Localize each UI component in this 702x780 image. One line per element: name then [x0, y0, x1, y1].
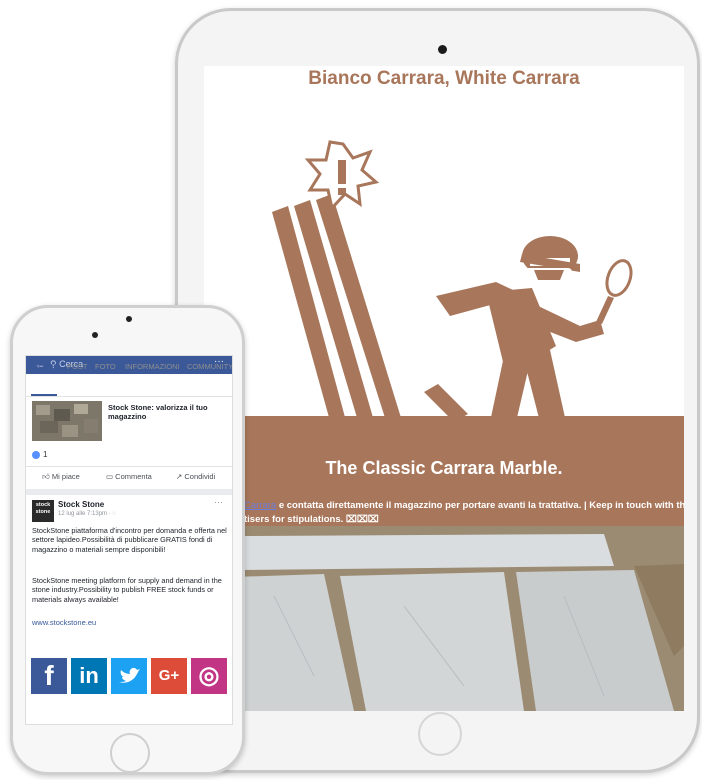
- tab-post[interactable]: POST: [67, 362, 87, 371]
- linkedin-icon[interactable]: in: [71, 658, 107, 694]
- tab-foto[interactable]: FOTO: [95, 362, 116, 371]
- shared-post-thumbnail[interactable]: [32, 401, 102, 441]
- facebook-icon[interactable]: f: [31, 658, 67, 694]
- post-options-icon[interactable]: ···: [214, 497, 223, 507]
- post-time-text: 12 lug alle 7:13pm ·: [58, 511, 113, 517]
- feed-divider: [26, 489, 232, 495]
- like-reaction-icon: [32, 451, 40, 459]
- tab-informazioni[interactable]: INFORMAZIONI: [125, 362, 180, 371]
- page-tabs: [26, 374, 232, 397]
- exclamation-burst-icon: [304, 140, 380, 212]
- post-author[interactable]: Stock Stone: [58, 500, 104, 509]
- banner-text-line1: Carrara e contatta direttamente il magaz…: [244, 500, 684, 511]
- banner-text: e contatta direttamente il magazzino per…: [276, 500, 684, 511]
- thumbs-up-icon: 👍︎: [42, 472, 52, 481]
- phone-camera: [92, 332, 98, 338]
- tablet-home-button[interactable]: [418, 712, 462, 756]
- tablet-screen: Bianco Carrara, White Carrara The Classi…: [204, 66, 684, 711]
- carrara-link[interactable]: Carrara: [244, 500, 276, 511]
- google-plus-icon[interactable]: G+: [151, 658, 187, 694]
- stripes-graphic: [272, 194, 402, 421]
- reaction-count[interactable]: 1: [43, 450, 47, 459]
- like-button[interactable]: 👍︎ Mi piace: [42, 472, 80, 482]
- marble-slabs-photo: [204, 526, 684, 711]
- active-tab-indicator: [31, 394, 57, 396]
- comment-icon: ▭: [106, 472, 116, 481]
- comment-button[interactable]: ▭ Commenta: [106, 472, 152, 481]
- phone-speaker: [126, 316, 132, 322]
- share-button[interactable]: ↗ Condividi: [176, 472, 215, 481]
- phone-home-button[interactable]: [110, 733, 150, 773]
- detective-figure-icon: [424, 236, 604, 422]
- shared-post-title[interactable]: Stock Stone: valorizza il tuo magazzino: [108, 403, 228, 421]
- post-timestamp[interactable]: 12 lug alle 7:13pm · ◌: [58, 511, 116, 517]
- phone-screen: ← ⚲ Cerca ··· HOME POST FOTO INFORMAZION…: [25, 355, 233, 725]
- tab-home[interactable]: HOME: [33, 362, 56, 371]
- share-label: Condividi: [184, 472, 216, 481]
- twitter-bird-shape: [119, 667, 140, 683]
- comment-label: Commenta: [115, 472, 152, 481]
- globe-icon: ◌: [112, 511, 116, 517]
- instagram-icon[interactable]: ◎: [191, 658, 227, 694]
- banner-text-line2: tisers for stipulations. ⌧⌧⌧: [244, 514, 379, 525]
- like-label: Mi piace: [51, 472, 80, 481]
- website-link[interactable]: www.stockstone.eu: [32, 618, 96, 627]
- detective-illustration: [272, 140, 633, 422]
- banner-title: The Classic Carrara Marble.: [325, 458, 563, 478]
- twitter-icon[interactable]: [111, 658, 147, 694]
- tablet-camera: [438, 45, 447, 54]
- post-text-italian: StockStone piattaforma d'incontro per do…: [32, 526, 227, 554]
- magnifying-glass-icon: [596, 259, 633, 324]
- avatar[interactable]: stock stone: [32, 500, 54, 522]
- tab-community[interactable]: COMMUNITY: [187, 362, 232, 371]
- post-text-english: StockStone meeting platform for supply a…: [32, 576, 222, 604]
